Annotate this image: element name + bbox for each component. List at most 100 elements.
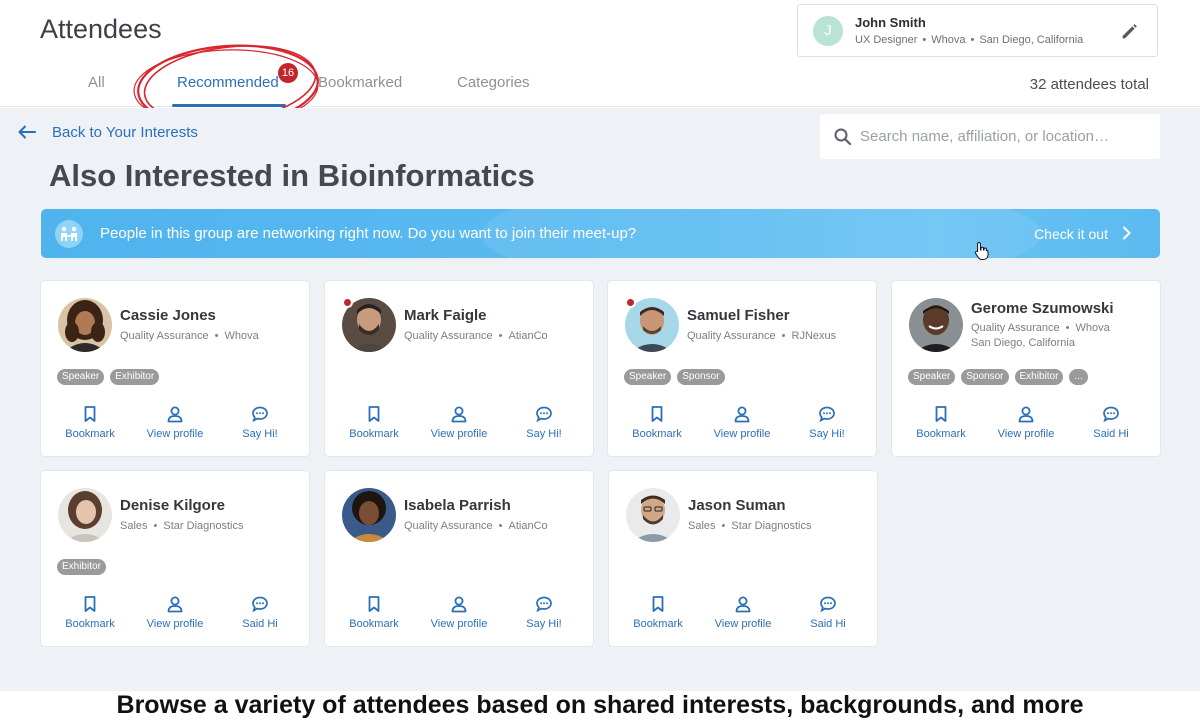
avatar[interactable] bbox=[626, 488, 680, 542]
chat-bubble-icon bbox=[1103, 406, 1119, 423]
card-actions: Bookmark View profile Said Hi bbox=[892, 405, 1160, 445]
attendee-name[interactable]: Gerome Szumowski bbox=[971, 300, 1114, 317]
avatar[interactable] bbox=[58, 488, 112, 542]
bookmark-icon bbox=[935, 406, 947, 422]
avatar: J bbox=[813, 16, 843, 46]
tab-all[interactable]: All bbox=[88, 74, 105, 91]
chevron-right-icon bbox=[1123, 226, 1131, 240]
tag-badge: Exhibitor bbox=[57, 559, 106, 575]
say-hi-button[interactable]: Say Hi! bbox=[787, 405, 867, 440]
attendee-card[interactable]: Isabela Parrish Quality Assurance • AtianC… bbox=[325, 471, 593, 646]
chat-bubble-icon bbox=[252, 596, 268, 613]
avatar[interactable] bbox=[58, 298, 112, 352]
bookmark-icon bbox=[652, 596, 664, 612]
view-profile-button[interactable]: View profile bbox=[135, 405, 215, 440]
tab-bookmarked[interactable]: Bookmarked bbox=[318, 74, 402, 91]
pencil-icon[interactable] bbox=[1119, 20, 1141, 42]
bookmark-button[interactable]: Bookmark bbox=[334, 595, 414, 630]
user-name: John Smith bbox=[855, 15, 926, 30]
back-link[interactable]: Back to Your Interests bbox=[18, 122, 198, 142]
say-hi-button[interactable]: Say Hi! bbox=[504, 405, 584, 440]
attendee-name[interactable]: Denise Kilgore bbox=[120, 497, 225, 514]
card-actions: Bookmark View profile Say Hi! bbox=[41, 405, 309, 445]
attendee-tags: Speaker Sponsor Exhibitor ... bbox=[908, 369, 1088, 385]
attendee-card[interactable]: Samuel Fisher Quality Assurance • RJNexus … bbox=[608, 281, 876, 456]
bookmark-button[interactable]: Bookmark bbox=[50, 595, 130, 630]
tag-badge: Sponsor bbox=[961, 369, 1009, 385]
card-actions: Bookmark View profile Say Hi! bbox=[325, 595, 593, 635]
current-user-card[interactable]: J John Smith UX Designer • Whova • San Diego… bbox=[797, 4, 1158, 57]
bookmark-icon bbox=[84, 596, 96, 612]
person-icon bbox=[451, 406, 467, 423]
chat-bubble-icon bbox=[536, 406, 552, 423]
more-tags-button[interactable]: ... bbox=[1069, 369, 1088, 385]
recommended-count-badge: 16 bbox=[278, 63, 298, 83]
tag-badge: Speaker bbox=[57, 369, 105, 385]
tag-badge: Exhibitor bbox=[1014, 369, 1064, 385]
say-hi-button[interactable]: Say Hi! bbox=[504, 595, 584, 630]
card-actions: Bookmark View profile Say Hi! bbox=[325, 405, 593, 445]
card-actions: Bookmark View profile Said Hi bbox=[609, 595, 877, 635]
attendee-total-count: 32 attendees total bbox=[1029, 76, 1149, 93]
attendee-name[interactable]: Samuel Fisher bbox=[687, 307, 790, 324]
say-hi-button[interactable]: Say Hi! bbox=[220, 405, 300, 440]
attendee-affiliation: Sales • Star Diagnostics bbox=[688, 520, 812, 532]
attendee-name[interactable]: Mark Faigle bbox=[404, 307, 487, 324]
attendee-name[interactable]: Jason Suman bbox=[688, 497, 786, 514]
person-icon bbox=[1018, 406, 1034, 423]
banner-message: People in this group are networking righ… bbox=[100, 225, 637, 242]
user-role: UX Designer bbox=[855, 34, 918, 46]
bookmark-button[interactable]: Bookmark bbox=[617, 405, 697, 440]
person-icon bbox=[167, 596, 183, 613]
group-icon bbox=[55, 220, 83, 248]
view-profile-button[interactable]: View profile bbox=[986, 405, 1066, 440]
online-status-dot bbox=[342, 297, 353, 308]
search-input[interactable] bbox=[860, 114, 1152, 159]
bookmark-button[interactable]: Bookmark bbox=[618, 595, 698, 630]
online-status-dot bbox=[625, 297, 636, 308]
attendee-card[interactable]: Jason Suman Sales • Star Diagnostics Bookm… bbox=[609, 471, 877, 646]
attendee-card[interactable]: Gerome Szumowski Quality Assurance • Whova… bbox=[892, 281, 1160, 456]
meetup-banner[interactable]: People in this group are networking righ… bbox=[41, 209, 1160, 258]
attendee-location: San Diego, California bbox=[971, 337, 1075, 349]
view-profile-button[interactable]: View profile bbox=[702, 405, 782, 440]
attendee-tags: Exhibitor bbox=[57, 559, 106, 575]
search-icon bbox=[834, 128, 852, 146]
attendee-name[interactable]: Isabela Parrish bbox=[404, 497, 511, 514]
chat-bubble-icon bbox=[820, 596, 836, 613]
view-profile-button[interactable]: View profile bbox=[419, 405, 499, 440]
tag-badge: Speaker bbox=[908, 369, 956, 385]
attendee-card[interactable]: Denise Kilgore Sales • Star Diagnostics Ex… bbox=[41, 471, 309, 646]
attendee-card[interactable]: Cassie Jones Quality Assurance • Whova Spe… bbox=[41, 281, 309, 456]
bookmark-button[interactable]: Bookmark bbox=[50, 405, 130, 440]
attendee-affiliation: Quality Assurance • Whova bbox=[971, 322, 1110, 334]
bookmark-icon bbox=[84, 406, 96, 422]
attendee-affiliation: Quality Assurance • AtianCo bbox=[404, 520, 548, 532]
attendee-tags: Speaker Exhibitor bbox=[57, 369, 160, 385]
tab-recommended[interactable]: Recommended bbox=[177, 74, 279, 91]
avatar[interactable] bbox=[342, 488, 396, 542]
bookmark-icon bbox=[368, 596, 380, 612]
user-meta: UX Designer • Whova • San Diego, California bbox=[855, 34, 1084, 46]
header: Attendees All Recommended 16 Bookmarked … bbox=[0, 0, 1200, 128]
said-hi-button[interactable]: Said Hi bbox=[788, 595, 868, 630]
tab-categories[interactable]: Categories bbox=[457, 74, 530, 91]
bookmark-button[interactable]: Bookmark bbox=[901, 405, 981, 440]
attendee-card[interactable]: Mark Faigle Quality Assurance • AtianCo Bo… bbox=[325, 281, 593, 456]
check-it-out-link[interactable]: Check it out bbox=[1034, 226, 1108, 242]
said-hi-button[interactable]: Said Hi bbox=[1071, 405, 1151, 440]
bookmark-button[interactable]: Bookmark bbox=[334, 405, 414, 440]
attendee-name[interactable]: Cassie Jones bbox=[120, 307, 216, 324]
view-profile-button[interactable]: View profile bbox=[703, 595, 783, 630]
card-actions: Bookmark View profile Say Hi! bbox=[608, 405, 876, 445]
user-company: Whova bbox=[931, 34, 966, 46]
avatar[interactable] bbox=[909, 298, 963, 352]
page-title: Attendees bbox=[40, 14, 162, 44]
bookmark-icon bbox=[651, 406, 663, 422]
view-profile-button[interactable]: View profile bbox=[135, 595, 215, 630]
person-icon bbox=[451, 596, 467, 613]
attendee-affiliation: Quality Assurance • AtianCo bbox=[404, 330, 548, 342]
said-hi-button[interactable]: Said Hi bbox=[220, 595, 300, 630]
card-actions: Bookmark View profile Said Hi bbox=[41, 595, 309, 635]
view-profile-button[interactable]: View profile bbox=[419, 595, 499, 630]
